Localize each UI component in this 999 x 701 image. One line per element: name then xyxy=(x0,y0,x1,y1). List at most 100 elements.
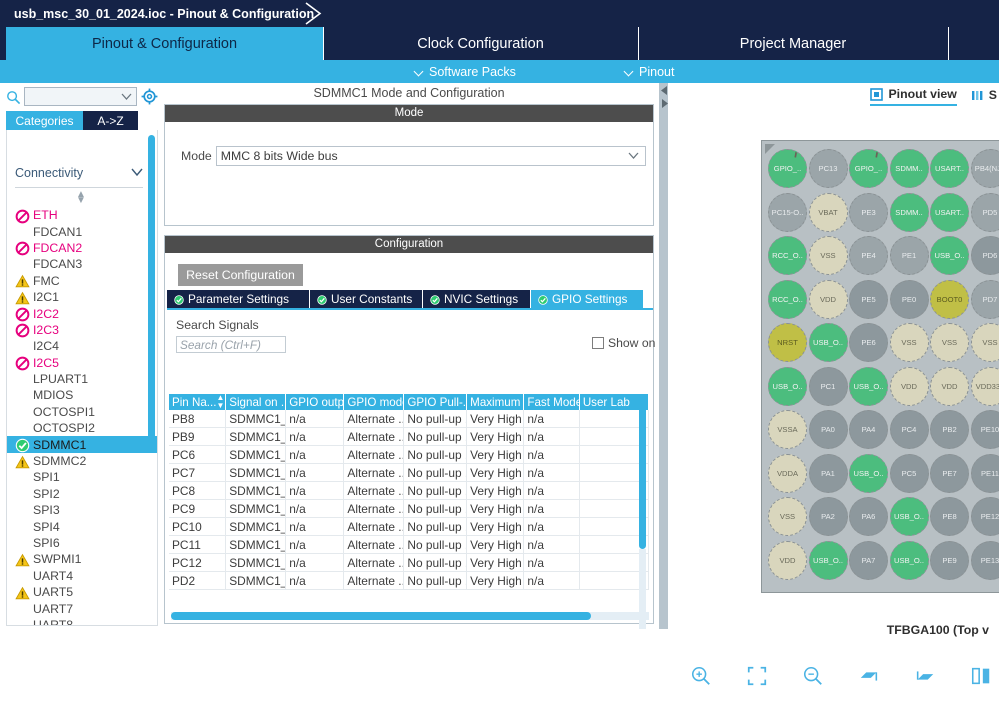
table-cell[interactable]: Very High xyxy=(467,410,524,427)
table-cell[interactable]: PC9 xyxy=(169,500,226,517)
table-cell[interactable]: n/a xyxy=(524,554,579,571)
pin-ball[interactable]: PD7 xyxy=(971,280,999,319)
column-header-1[interactable]: Signal on ... xyxy=(226,394,286,410)
pin-ball[interactable]: PE10 xyxy=(971,410,999,449)
sidebar-item-mdios[interactable]: MDIOS xyxy=(7,387,157,403)
config-tab-gpio-settings[interactable]: GPIO Settings xyxy=(531,290,644,308)
sidebar-item-i2c2[interactable]: I2C2 xyxy=(7,305,157,321)
table-cell[interactable]: Very High xyxy=(467,554,524,571)
table-cell[interactable]: n/a xyxy=(524,536,579,553)
table-cell[interactable]: PD2 xyxy=(169,572,226,589)
column-header-3[interactable]: GPIO mode xyxy=(344,394,404,410)
pin-ball[interactable]: VSSA xyxy=(768,410,807,449)
pin-ball[interactable]: VDDA xyxy=(768,454,807,493)
table-cell[interactable]: PC7 xyxy=(169,464,226,481)
table-cell[interactable]: No pull-up ... xyxy=(404,500,467,517)
table-row[interactable]: PC9SDMMC1_... n/a Alternate ...No pull-up … xyxy=(169,500,649,518)
pin-ball[interactable]: RCC_O.. xyxy=(768,236,807,275)
table-cell[interactable]: n/a xyxy=(286,410,344,427)
pin-ball[interactable]: USB_O.. xyxy=(849,454,888,493)
menu-software-packs[interactable]: Software Packs xyxy=(415,60,516,83)
pin-ball[interactable]: USB_O.. xyxy=(890,497,929,536)
sidebar-item-uart8[interactable]: UART8 xyxy=(7,617,157,626)
sidebar-tab-a-to-z[interactable]: A->Z xyxy=(83,111,138,130)
table-cell[interactable]: No pull-up ... xyxy=(404,536,467,553)
sidebar-item-octospi2[interactable]: OCTOSPI2 xyxy=(7,420,157,436)
table-cell[interactable]: No pull-up ... xyxy=(404,554,467,571)
pin-ball[interactable]: PB2 xyxy=(930,410,969,449)
table-cell[interactable]: Alternate ... xyxy=(344,500,404,517)
table-cell[interactable]: n/a xyxy=(286,428,344,445)
pin-ball[interactable]: VDD xyxy=(768,541,807,580)
table-cell[interactable]: SDMMC1_... xyxy=(226,464,286,481)
table-cell[interactable]: PB9 xyxy=(169,428,226,445)
sidebar-scrollbar[interactable] xyxy=(148,135,155,443)
mode-select[interactable]: MMC 8 bits Wide bus xyxy=(216,146,646,166)
pin-ball[interactable]: PE0 xyxy=(890,280,929,319)
pin-ball[interactable]: PA6 xyxy=(849,497,888,536)
sidebar-item-i2c5[interactable]: I2C5 xyxy=(7,355,157,371)
sidebar-item-sdmmc2[interactable]: SDMMC2 xyxy=(7,453,157,469)
flip-horizontal-icon[interactable] xyxy=(970,665,992,687)
pin-ball[interactable]: PE13 xyxy=(971,541,999,580)
config-tab-user-constants[interactable]: User Constants xyxy=(310,290,423,308)
tab-system-view[interactable]: S xyxy=(971,88,997,105)
table-cell[interactable]: n/a xyxy=(286,536,344,553)
pin-ball[interactable]: PA0 xyxy=(809,410,848,449)
pin-ball[interactable]: PB4(NJ.. xyxy=(971,149,999,188)
pin-ball[interactable]: USB_O.. xyxy=(768,367,807,406)
sidebar-tab-categories[interactable]: Categories xyxy=(6,111,83,130)
pin-ball[interactable]: PE1 xyxy=(890,236,929,275)
table-cell[interactable]: Very High xyxy=(467,500,524,517)
table-row[interactable]: PB8SDMMC1_...n/aAlternate ...No pull-up … xyxy=(169,410,649,428)
table-cell[interactable]: No pull-up ... xyxy=(404,446,467,463)
table-cell[interactable]: n/a xyxy=(286,464,344,481)
pin-ball[interactable]: VDD xyxy=(930,367,969,406)
chip-package-diagram[interactable]: GPIO_..PC13GPIO_..SDMM..USART..PB4(NJ..P… xyxy=(761,140,999,593)
rotate-left-icon[interactable] xyxy=(914,665,936,687)
table-cell[interactable]: Alternate ... xyxy=(344,518,404,535)
tab-pinout-view[interactable]: Pinout view xyxy=(870,87,956,106)
pin-ball[interactable]: PE3 xyxy=(849,193,888,232)
table-cell[interactable]: n/a xyxy=(524,572,579,589)
table-cell[interactable]: SDMMC1_... xyxy=(226,410,286,427)
table-cell[interactable]: No pull-up ... xyxy=(404,518,467,535)
column-header-5[interactable]: Maximum ... xyxy=(467,394,524,410)
pin-ball[interactable]: PA1 xyxy=(809,454,848,493)
table-cell[interactable]: No pull-up ... xyxy=(404,428,467,445)
table-cell[interactable]: n/a xyxy=(524,464,579,481)
table-cell[interactable]: SDMMC1_... xyxy=(226,500,286,517)
pin-ball[interactable]: VDD xyxy=(890,367,929,406)
sidebar-item-i2c1[interactable]: I2C1 xyxy=(7,289,157,305)
table-cell[interactable]: SDMMC1_... xyxy=(226,482,286,499)
pin-ball[interactable]: NRST xyxy=(768,323,807,362)
pin-ball[interactable]: GPIO_.. xyxy=(768,149,807,188)
table-row[interactable]: PC6SDMMC1_...n/aAlternate ...No pull-up … xyxy=(169,446,649,464)
table-cell[interactable]: No pull-up ... xyxy=(404,464,467,481)
zoom-out-icon[interactable] xyxy=(802,665,824,687)
pin-ball[interactable]: PD6 xyxy=(971,236,999,275)
group-connectivity[interactable]: Connectivity xyxy=(15,166,145,180)
sidebar-item-swpmi1[interactable]: SWPMI1 xyxy=(7,551,157,567)
pin-ball[interactable]: VBAT xyxy=(809,193,848,232)
sidebar-item-fdcan1[interactable]: FDCAN1 xyxy=(7,223,157,239)
pin-ball[interactable]: PA2 xyxy=(809,497,848,536)
table-cell[interactable]: n/a xyxy=(524,428,579,445)
table-cell[interactable]: Alternate ... xyxy=(344,482,404,499)
table-cell[interactable]: n/a xyxy=(524,482,579,499)
column-header-0[interactable]: Pin Na...▲▼ xyxy=(169,394,226,410)
sidebar-item-sdmmc1[interactable]: SDMMC1 xyxy=(7,436,157,452)
table-cell[interactable]: n/a xyxy=(286,518,344,535)
table-cell[interactable]: n/a xyxy=(524,500,579,517)
pin-ball[interactable]: VSS xyxy=(890,323,929,362)
pin-ball[interactable]: PE7 xyxy=(930,454,969,493)
sort-arrows-icon[interactable]: ▲▼ xyxy=(216,394,224,410)
table-cell[interactable]: Alternate ... xyxy=(344,464,404,481)
table-cell[interactable]: Very High xyxy=(467,464,524,481)
table-row[interactable]: PC7SDMMC1_...n/aAlternate ...No pull-up … xyxy=(169,464,649,482)
pin-ball[interactable]: VSS xyxy=(809,236,848,275)
pin-ball[interactable]: PC13 xyxy=(809,149,848,188)
table-cell[interactable]: PC8 xyxy=(169,482,226,499)
pin-ball[interactable]: USART.. xyxy=(930,149,969,188)
sidebar-item-uart5[interactable]: UART5 xyxy=(7,584,157,600)
